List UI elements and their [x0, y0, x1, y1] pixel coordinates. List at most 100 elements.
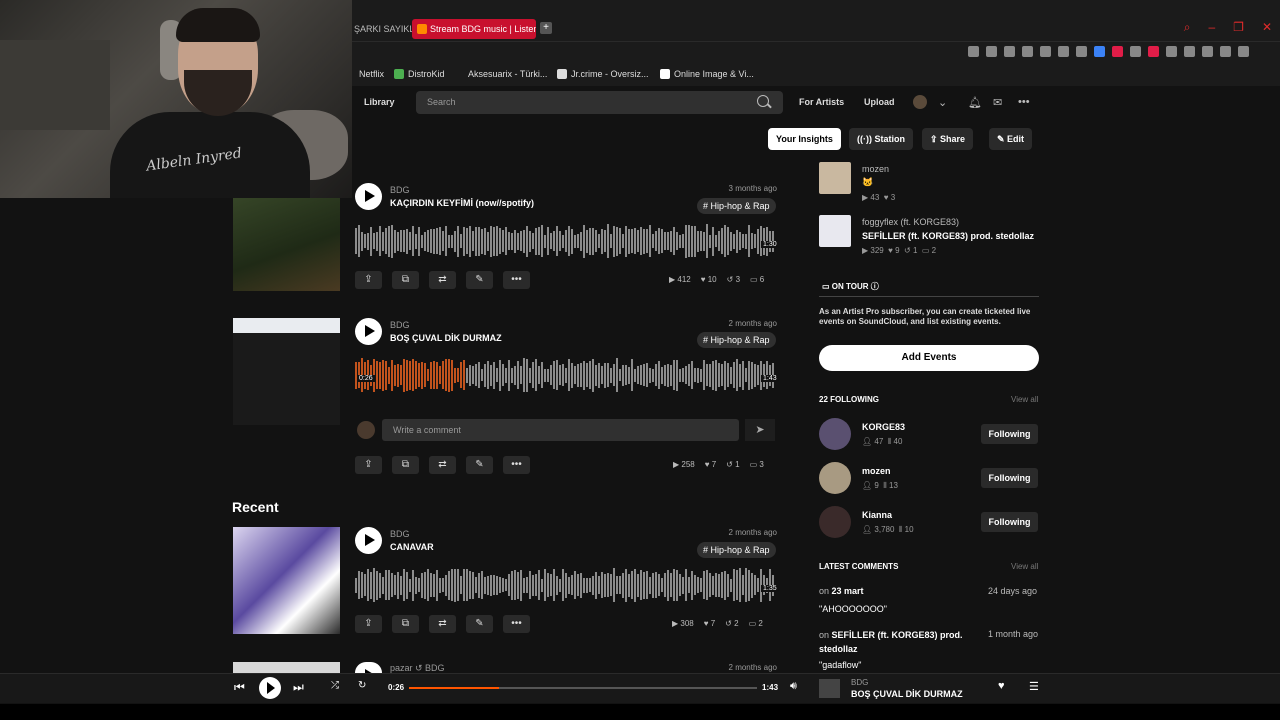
for-artists-link[interactable]: For Artists — [799, 97, 844, 107]
player-artist[interactable]: BDG — [851, 678, 868, 687]
share-icon[interactable]: ⇪ — [355, 615, 382, 633]
track-artwork[interactable] — [819, 215, 851, 247]
shield-icon[interactable] — [1004, 46, 1015, 57]
likes-count[interactable]: ♥ 7 — [704, 619, 715, 628]
play-button[interactable] — [259, 677, 281, 699]
track-artwork[interactable] — [233, 527, 340, 634]
search-input[interactable] — [416, 91, 783, 114]
more-icon[interactable]: ••• — [503, 615, 530, 633]
following-button[interactable]: Following — [981, 468, 1038, 488]
repeat-icon[interactable]: ↻ — [358, 680, 366, 691]
send-icon[interactable]: ➤ — [745, 419, 775, 441]
station-button[interactable]: ((·)) Station — [849, 128, 913, 150]
reposts-count[interactable]: ↺ 1 — [726, 460, 739, 469]
new-tab-icon[interactable]: + — [540, 22, 552, 34]
comment-track[interactable]: on 23 mart — [819, 586, 864, 596]
bookmark[interactable]: Jr.crime - Oversiz... — [557, 69, 649, 79]
copy-link-icon[interactable]: ⧉ — [392, 615, 419, 633]
upload-link[interactable]: Upload — [864, 97, 895, 107]
extension-icon[interactable] — [1130, 46, 1141, 57]
avatar[interactable] — [819, 462, 851, 494]
view-all-link[interactable]: View all — [1011, 562, 1038, 571]
following-name[interactable]: mozen — [862, 466, 891, 476]
following-button[interactable]: Following — [981, 424, 1038, 444]
heart-icon[interactable]: ♥ — [998, 680, 1005, 692]
translate-icon[interactable] — [1022, 46, 1033, 57]
liked-artist[interactable]: mozen — [862, 164, 889, 174]
copy-link-icon[interactable]: ⧉ — [392, 456, 419, 474]
extension-icon[interactable] — [1094, 46, 1105, 57]
play-button[interactable] — [355, 527, 382, 554]
heart-icon[interactable] — [1076, 46, 1087, 57]
comments-count[interactable]: ▭ 6 — [750, 275, 764, 284]
edit-icon[interactable]: ✎ — [466, 271, 493, 289]
extension-icon[interactable] — [1112, 46, 1123, 57]
genre-tag[interactable]: # Hip-hop & Rap — [697, 198, 776, 214]
search-icon[interactable]: ⌕ — [1184, 20, 1191, 35]
reposts-count[interactable]: ↺ 2 — [725, 619, 738, 628]
bookmark[interactable]: Aksesuarix - Türki... — [468, 69, 547, 79]
track-artwork[interactable] — [819, 679, 840, 698]
volume-icon[interactable]: 🔊︎ — [790, 680, 797, 693]
genre-tag[interactable]: # Hip-hop & Rap — [697, 332, 776, 348]
progress-bar[interactable] — [409, 687, 757, 689]
following-button[interactable]: Following — [981, 512, 1038, 532]
repost-icon[interactable]: ⇄ — [429, 456, 456, 474]
comment-track[interactable]: on SEFİLLER (ft. KORGE83) prod. stedolla… — [819, 628, 979, 656]
track-title[interactable]: KAÇIRDIN KEYFİMİ (now//spotify) — [390, 198, 534, 208]
share-button[interactable]: ⇪ Share — [922, 128, 974, 150]
view-all-link[interactable]: View all — [1011, 395, 1038, 404]
screenshot-icon[interactable] — [986, 46, 997, 57]
library-link[interactable]: Library — [364, 97, 395, 107]
your-insights-button[interactable]: Your Insights — [768, 128, 841, 150]
extension-icon[interactable] — [1166, 46, 1177, 57]
bookmark[interactable]: DistroKid — [394, 69, 445, 79]
play-button[interactable] — [355, 318, 382, 345]
waveform[interactable] — [355, 222, 775, 260]
notification-bell-icon[interactable]: 🔔︎ — [968, 96, 982, 109]
avatar[interactable] — [819, 506, 851, 538]
download-icon[interactable] — [1220, 46, 1231, 57]
waveform[interactable] — [355, 566, 775, 604]
reposts-count[interactable]: ↺ 3 — [727, 275, 740, 284]
player-title[interactable]: BOŞ ÇUVAL DİK DURMAZ — [851, 689, 963, 699]
heart-icon[interactable] — [1202, 46, 1213, 57]
waveform[interactable] — [355, 356, 775, 394]
track-artwork[interactable] — [233, 662, 340, 673]
more-icon[interactable]: ••• — [503, 456, 530, 474]
track-artwork[interactable] — [233, 318, 340, 425]
mail-icon[interactable]: ✉ — [993, 96, 1002, 109]
edit-icon[interactable]: ✎ — [466, 615, 493, 633]
track-artist[interactable]: BDG — [390, 529, 410, 539]
following-name[interactable]: Kianna — [862, 510, 892, 520]
play-button[interactable] — [355, 662, 382, 673]
add-events-button[interactable]: Add Events — [819, 345, 1039, 371]
next-icon[interactable]: ⏭ — [293, 680, 304, 695]
share-icon[interactable]: ⇪ — [355, 456, 382, 474]
track-artwork[interactable] — [819, 162, 851, 194]
repost-icon[interactable]: ⇄ — [429, 615, 456, 633]
bookmark[interactable]: Online Image & Vi... — [660, 69, 754, 79]
pin-icon[interactable] — [968, 46, 979, 57]
share-icon[interactable]: ⇪ — [355, 271, 382, 289]
previous-icon[interactable]: ⏮ — [234, 680, 245, 695]
comments-count[interactable]: ▭ 2 — [749, 619, 763, 628]
play-icon[interactable] — [1058, 46, 1069, 57]
likes-count[interactable]: ♥ 7 — [705, 460, 716, 469]
bookmark[interactable]: Netflix — [359, 69, 384, 79]
more-icon[interactable]: ••• — [1018, 96, 1030, 108]
edit-icon[interactable]: ✎ — [466, 456, 493, 474]
minimize-icon[interactable]: – — [1208, 20, 1215, 35]
track-title[interactable]: CANAVAR — [390, 542, 434, 552]
following-name[interactable]: KORGE83 — [862, 422, 905, 432]
track-title[interactable]: BOŞ ÇUVAL DİK DURMAZ — [390, 333, 502, 343]
track-artist[interactable]: BDG — [390, 320, 410, 330]
comments-count[interactable]: ▭ 3 — [750, 460, 764, 469]
play-button[interactable] — [355, 183, 382, 210]
read-icon[interactable] — [1040, 46, 1051, 57]
more-icon[interactable]: ••• — [503, 271, 530, 289]
liked-artist[interactable]: foggyflex (ft. KORGE83) — [862, 217, 959, 227]
extension-icon[interactable] — [1148, 46, 1159, 57]
shuffle-icon[interactable]: ⤮ — [331, 680, 339, 691]
restore-icon[interactable]: ❐ — [1233, 20, 1244, 35]
